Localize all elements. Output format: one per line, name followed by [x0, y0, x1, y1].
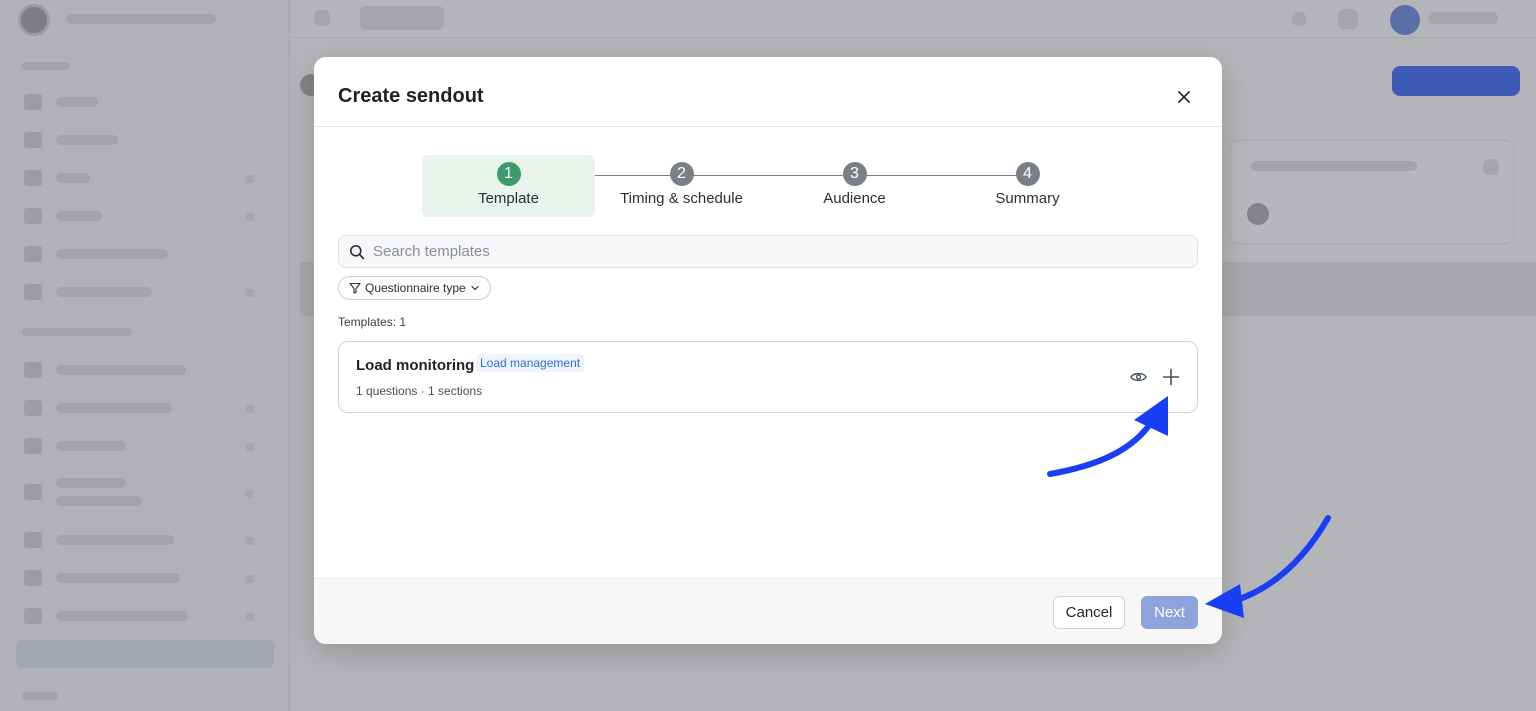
step-number: 3 [842, 162, 867, 186]
bg-nav-icon [24, 570, 42, 586]
bg-nav-active-item [16, 640, 274, 668]
preview-template-button[interactable] [1129, 369, 1147, 385]
bg-org-name [66, 14, 216, 24]
bg-user-avatar [1390, 5, 1420, 35]
modal-title: Create sendout [338, 85, 484, 107]
search-input[interactable] [373, 243, 1173, 260]
bg-nav-icon [24, 246, 42, 262]
bg-nav-chevron [246, 289, 254, 297]
eye-icon [1129, 372, 1147, 382]
bg-topbar-icon [1292, 12, 1306, 26]
bg-nav-icon [24, 532, 42, 548]
bg-nav-icon [24, 362, 42, 378]
search-icon [350, 244, 365, 259]
step-label: Summary [995, 190, 1060, 207]
app-logo [18, 4, 50, 36]
chevron-down-icon [471, 285, 479, 291]
next-button[interactable]: Next [1141, 596, 1198, 629]
bg-nav-chevron [246, 405, 254, 413]
template-tag: Load management [476, 354, 585, 372]
bg-menu-icon [314, 10, 330, 26]
bg-nav-label [56, 478, 126, 488]
bg-nav-icon [24, 208, 42, 224]
bg-side-card [1230, 140, 1514, 244]
bg-nav-icon [24, 400, 42, 416]
bg-user-name [1428, 12, 1498, 24]
step-audience[interactable]: 3 Audience [768, 155, 941, 217]
bg-nav-chevron [246, 175, 254, 183]
bg-card-icon [1483, 159, 1499, 175]
step-label: Template [478, 190, 539, 207]
template-meta: 1 questions · 1 sections [356, 384, 483, 398]
modal-footer: Cancel Next [314, 578, 1222, 644]
bg-nav-chevron [246, 537, 254, 545]
filter-icon [349, 282, 361, 294]
bg-topbar-icon [1338, 9, 1358, 29]
stepper: 1 Template 2 Timing & schedule 3 Audienc… [422, 155, 1114, 219]
plus-icon [1162, 368, 1180, 386]
bg-nav-icon [24, 284, 42, 300]
step-timing-schedule[interactable]: 2 Timing & schedule [595, 155, 768, 217]
bg-nav-label [56, 173, 90, 183]
bg-section-label [22, 62, 70, 70]
bg-nav-label [56, 403, 172, 413]
bg-nav-label [56, 535, 174, 545]
bg-nav-chevron [246, 575, 254, 583]
template-title: Load monitoring [356, 357, 475, 374]
bg-nav-label [56, 135, 118, 145]
bg-card-title [1251, 161, 1417, 171]
bg-nav-icon [24, 608, 42, 624]
bg-section-label [22, 692, 58, 700]
bg-card-avatar [1247, 203, 1269, 225]
bg-breadcrumb [360, 6, 444, 30]
close-button[interactable] [1174, 87, 1194, 107]
bg-nav-label [56, 287, 152, 297]
bg-nav-chevron [246, 213, 254, 221]
cancel-button[interactable]: Cancel [1053, 596, 1125, 629]
bg-nav-chevron [246, 443, 254, 451]
bg-nav-label [56, 573, 180, 583]
bg-nav-icon [24, 484, 42, 500]
step-label: Timing & schedule [620, 190, 743, 207]
bg-nav-label [56, 249, 168, 259]
bg-primary-button [1392, 66, 1520, 96]
template-card[interactable]: Load monitoring Load management 1 questi… [338, 341, 1198, 413]
step-number: 2 [669, 162, 694, 186]
add-template-button[interactable] [1161, 367, 1181, 387]
filter-label: Questionnaire type [365, 281, 466, 295]
close-icon [1178, 91, 1190, 103]
create-sendout-modal: Create sendout 1 Template 2 Timing & sch… [314, 57, 1222, 644]
templates-count: Templates: 1 [338, 315, 407, 329]
bg-nav-icon [24, 132, 42, 148]
questionnaire-type-filter[interactable]: Questionnaire type [338, 276, 491, 300]
bg-nav-icon [24, 94, 42, 110]
bg-nav-chevron [246, 490, 254, 498]
step-label: Audience [823, 190, 886, 207]
modal-header: Create sendout [314, 57, 1222, 127]
step-number: 1 [496, 162, 521, 186]
bg-nav-label [56, 97, 98, 107]
bg-nav-label [56, 496, 142, 506]
step-number: 4 [1015, 162, 1040, 186]
bg-nav-icon [24, 170, 42, 186]
bg-nav-label [56, 441, 126, 451]
bg-section-label [22, 328, 132, 336]
step-template[interactable]: 1 Template [422, 155, 595, 217]
step-summary[interactable]: 4 Summary [941, 155, 1114, 217]
background-sidebar [0, 0, 290, 711]
bg-nav-icon [24, 438, 42, 454]
search-box [338, 235, 1198, 268]
bg-nav-label [56, 365, 186, 375]
bg-nav-chevron [246, 613, 254, 621]
bg-nav-label [56, 211, 102, 221]
bg-nav-label [56, 611, 188, 621]
